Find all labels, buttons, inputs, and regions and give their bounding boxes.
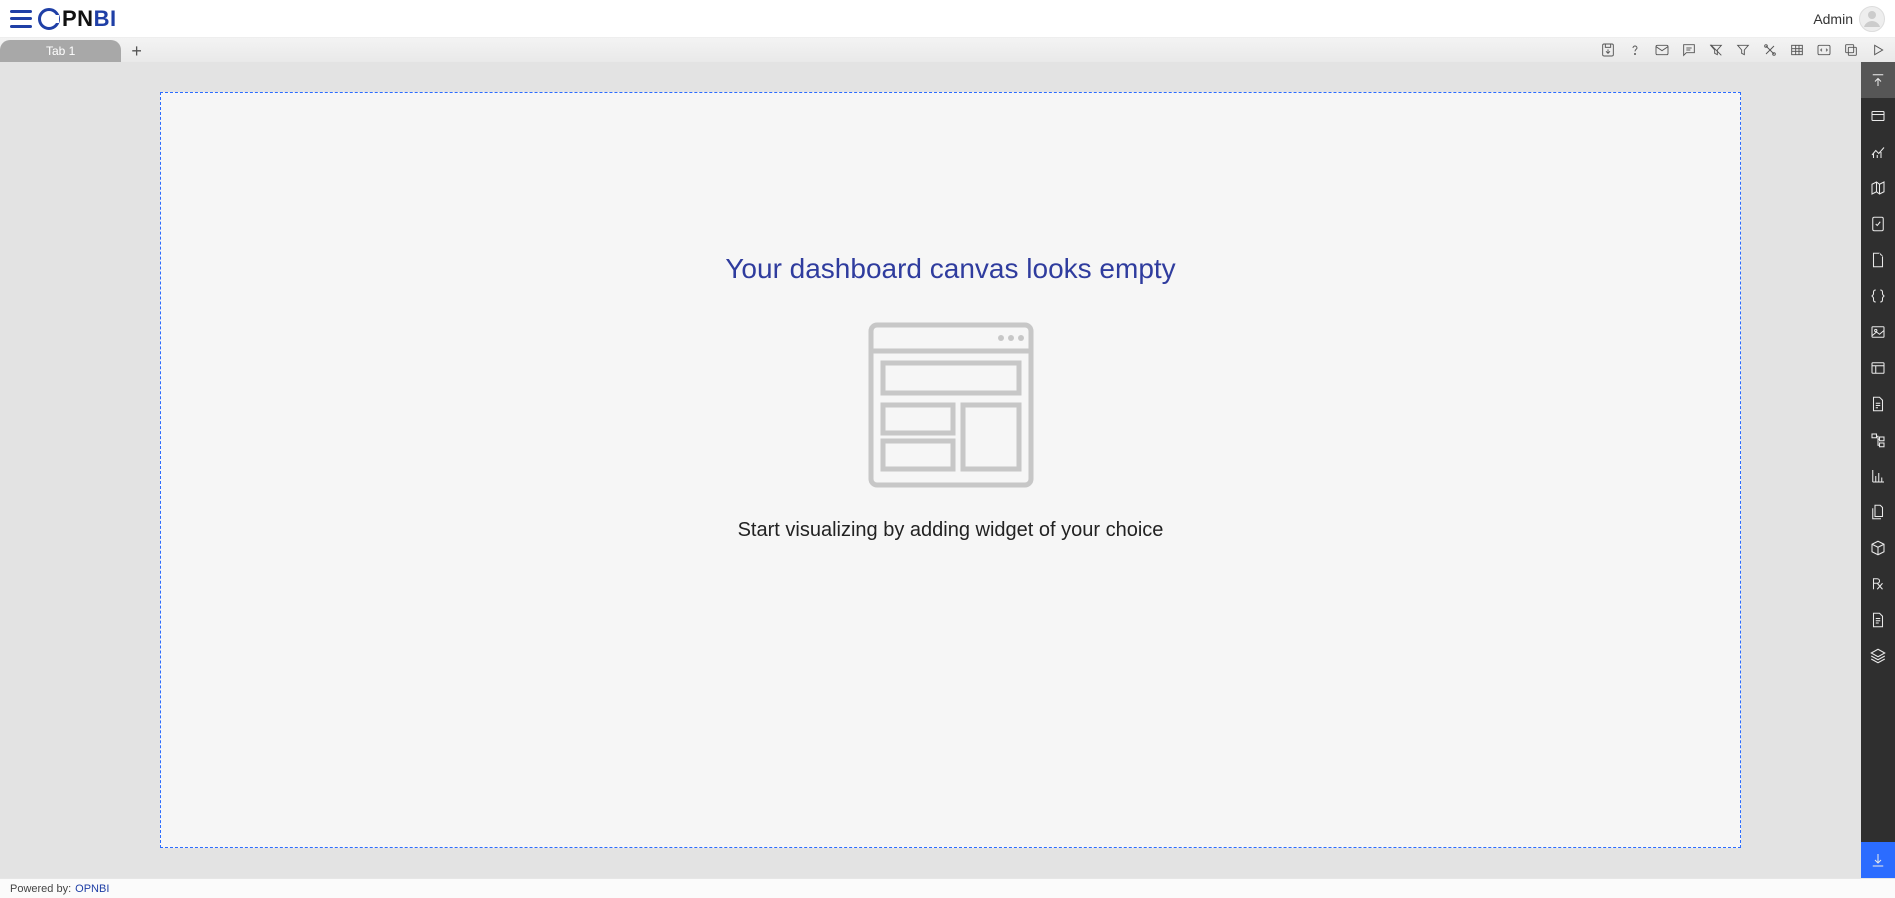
canvas-viewport: Your dashboard canvas looks empty Start … <box>0 62 1861 878</box>
rail-import-button[interactable] <box>1861 842 1895 878</box>
app-logo: PNBI <box>38 6 117 32</box>
rail-image-icon[interactable] <box>1861 314 1895 350</box>
logo-text-bi: BI <box>94 6 117 32</box>
add-tab-button[interactable]: + <box>131 40 142 62</box>
empty-subtitle: Start visualizing by adding widget of yo… <box>738 519 1164 542</box>
embed-icon[interactable] <box>1815 41 1833 59</box>
empty-dashboard-icon <box>861 315 1041 495</box>
tab-item[interactable]: Tab 1 <box>0 40 121 62</box>
rail-file-icon[interactable] <box>1861 242 1895 278</box>
tab-bar: Tab 1 + <box>0 38 1895 62</box>
tools-icon[interactable] <box>1761 41 1779 59</box>
menu-button[interactable] <box>10 10 32 28</box>
help-icon[interactable] <box>1626 41 1644 59</box>
rail-page-icon[interactable] <box>1861 386 1895 422</box>
powered-by-link[interactable]: OPNBI <box>75 883 109 895</box>
app-header: PNBI Admin <box>0 0 1895 38</box>
rail-summary-icon[interactable] <box>1861 206 1895 242</box>
rail-tree-icon[interactable] <box>1861 422 1895 458</box>
rail-file-alt-icon[interactable] <box>1861 602 1895 638</box>
logo-text-pn: PN <box>62 6 94 32</box>
play-icon[interactable] <box>1869 41 1887 59</box>
rail-layers-icon[interactable] <box>1861 638 1895 674</box>
powered-by-label: Powered by: <box>10 883 71 895</box>
widget-rail <box>1861 62 1895 878</box>
user-menu[interactable]: Admin <box>1813 6 1885 32</box>
save-icon[interactable] <box>1599 41 1617 59</box>
empty-title: Your dashboard canvas looks empty <box>725 253 1175 285</box>
table-icon[interactable] <box>1788 41 1806 59</box>
rail-card-icon[interactable] <box>1861 98 1895 134</box>
dashboard-canvas[interactable]: Your dashboard canvas looks empty Start … <box>160 92 1741 848</box>
footer: Powered by: OPNBI <box>0 878 1895 898</box>
mail-icon[interactable] <box>1653 41 1671 59</box>
rail-collapse-button[interactable] <box>1861 62 1895 98</box>
logo-mark-icon <box>38 8 60 30</box>
comment-icon[interactable] <box>1680 41 1698 59</box>
copy-icon[interactable] <box>1842 41 1860 59</box>
filter-icon[interactable] <box>1734 41 1752 59</box>
rail-rx-icon[interactable] <box>1861 566 1895 602</box>
rail-map-icon[interactable] <box>1861 170 1895 206</box>
rail-chart-icon[interactable] <box>1861 134 1895 170</box>
rail-bar-chart-icon[interactable] <box>1861 458 1895 494</box>
rail-container-icon[interactable] <box>1861 350 1895 386</box>
rail-file-copy-icon[interactable] <box>1861 494 1895 530</box>
user-label: Admin <box>1813 11 1853 27</box>
rail-braces-icon[interactable] <box>1861 278 1895 314</box>
rail-cube-icon[interactable] <box>1861 530 1895 566</box>
toolbar <box>1599 38 1887 62</box>
avatar-icon <box>1859 6 1885 32</box>
filter-off-icon[interactable] <box>1707 41 1725 59</box>
main-area: Your dashboard canvas looks empty Start … <box>0 62 1895 878</box>
